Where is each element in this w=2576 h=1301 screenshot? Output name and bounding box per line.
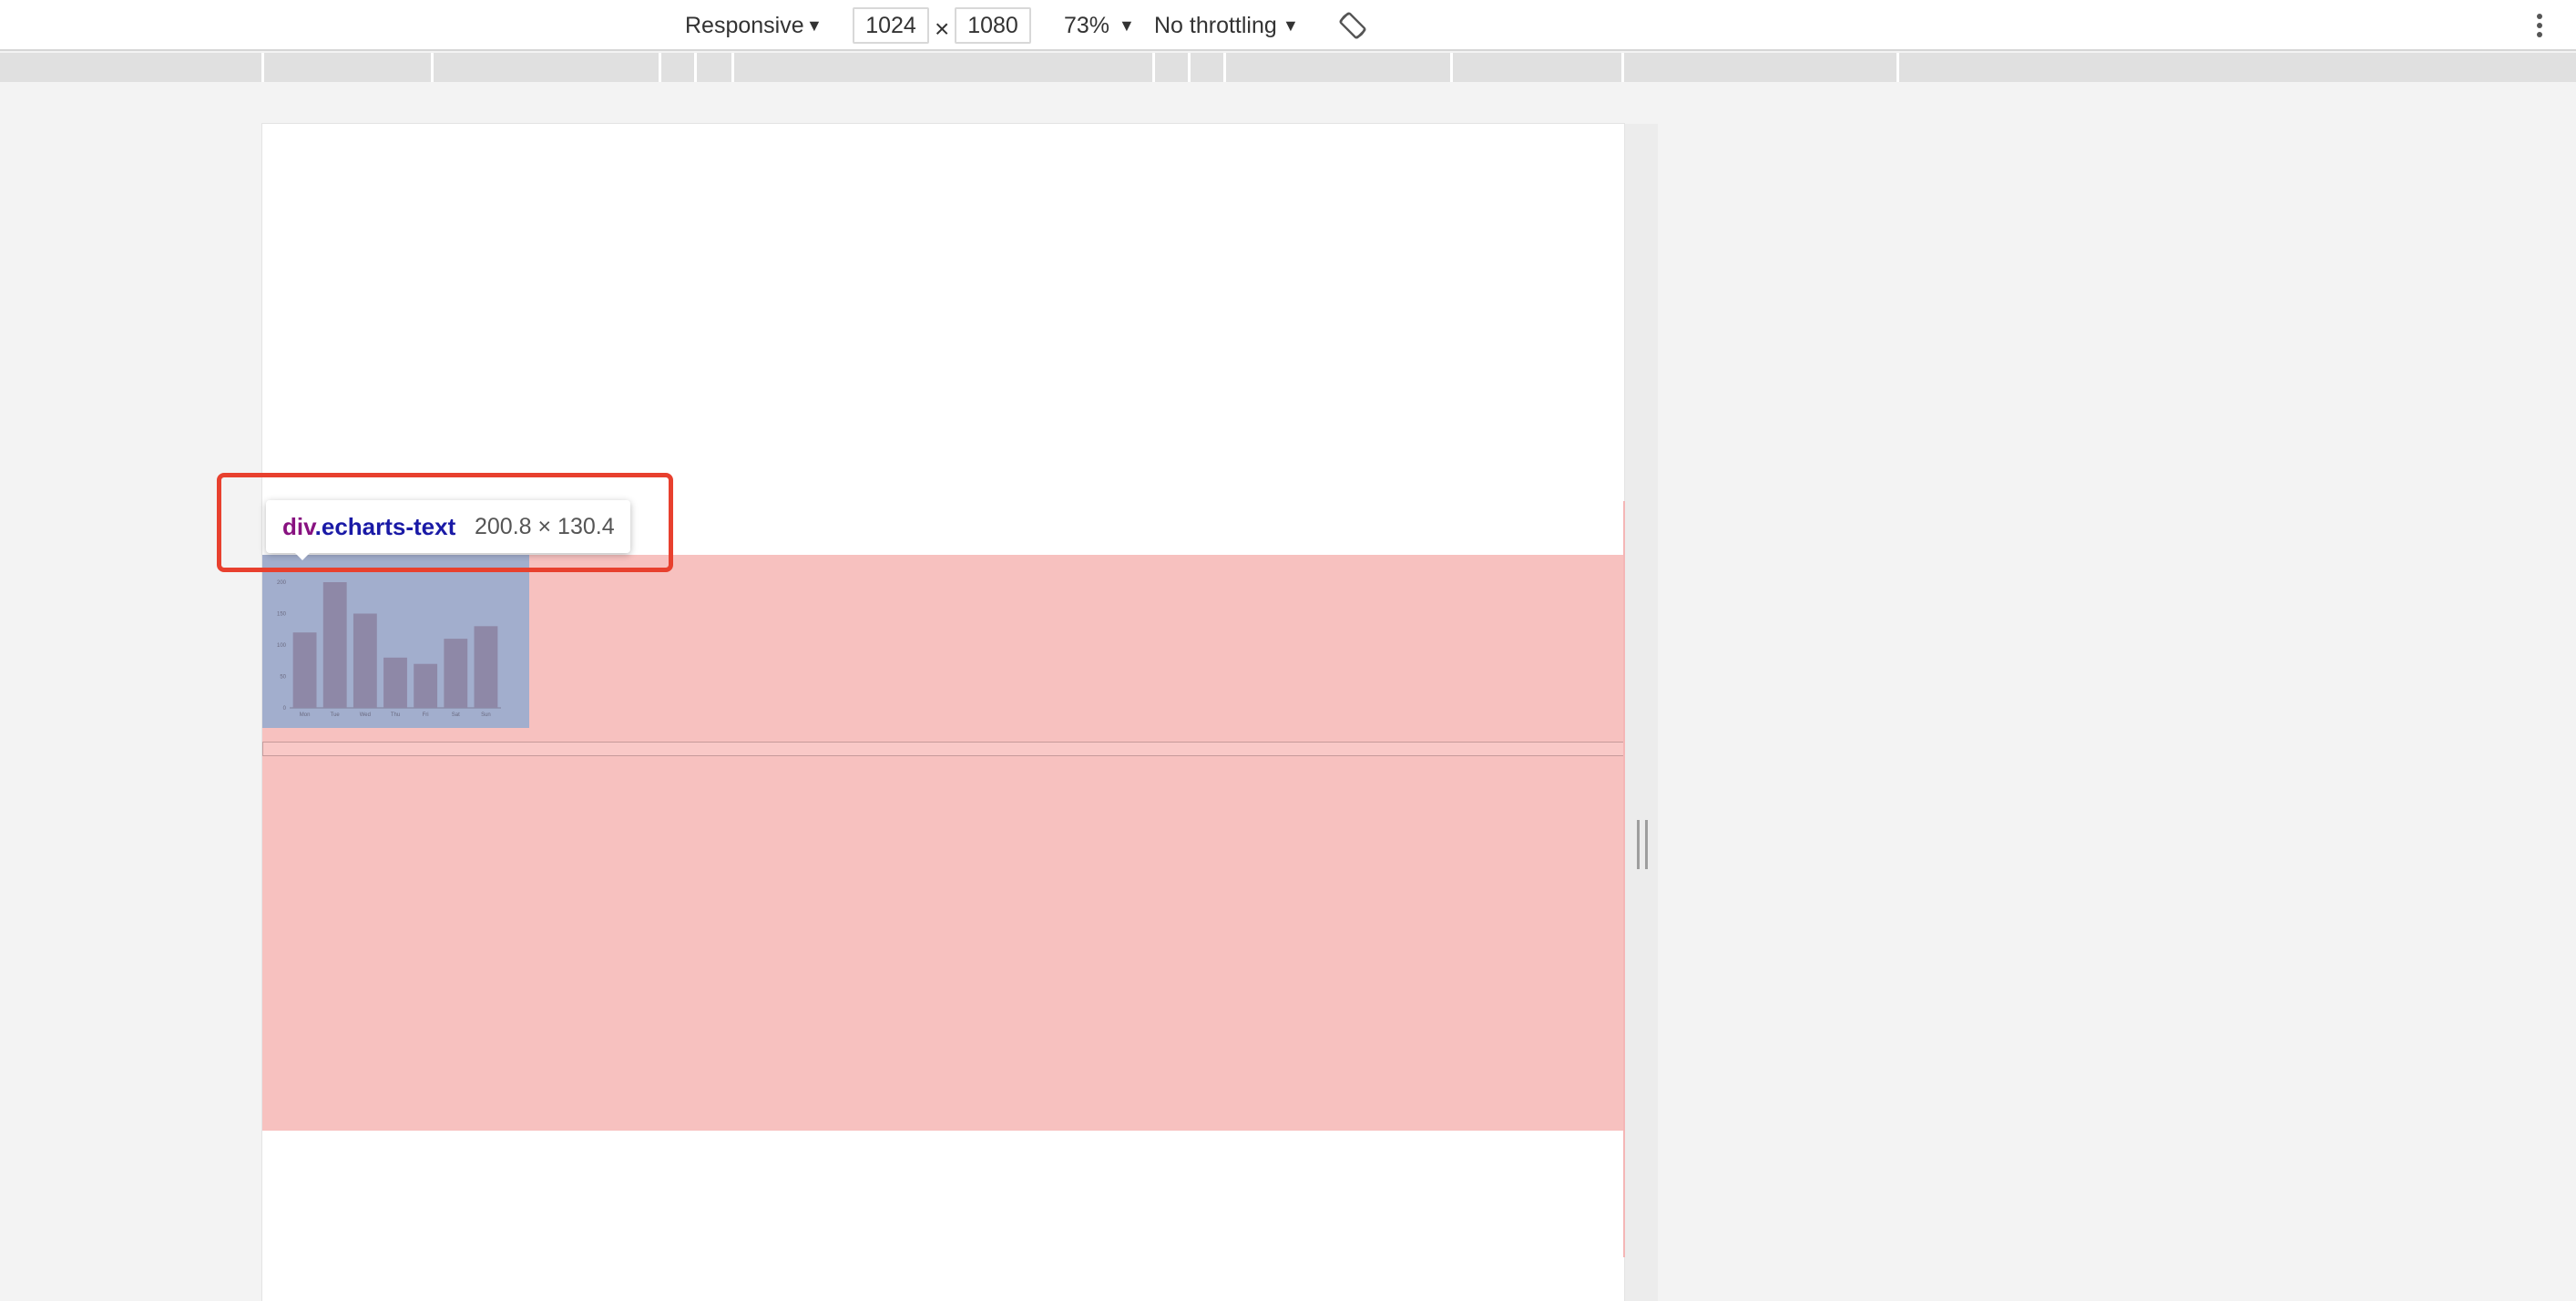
x-tick-label: Sat xyxy=(452,712,460,718)
device-viewport: 0 50 100 150 200 Mon Tue Wed Thu Fri Sat Sun xyxy=(261,123,1625,1301)
bar-sat xyxy=(444,639,468,708)
x-tick-label: Mon xyxy=(300,712,311,718)
bar-mon xyxy=(292,632,317,708)
bar-sun xyxy=(474,626,498,708)
device-select[interactable]: Responsive xyxy=(685,0,804,51)
rotate-icon[interactable] xyxy=(1337,10,1368,41)
bar-chart: 0 50 100 150 200 Mon Tue Wed Thu Fri Sat Sun xyxy=(277,580,501,718)
zoom-select[interactable]: 73% xyxy=(1064,0,1109,51)
dimension-separator: × xyxy=(935,15,950,43)
throttling-select[interactable]: No throttling xyxy=(1154,0,1277,51)
resize-handle[interactable] xyxy=(1637,820,1648,869)
bar-fri xyxy=(414,663,438,708)
bar-tue xyxy=(322,582,347,708)
throttling-dropdown-arrow-icon[interactable]: ▼ xyxy=(1283,0,1299,51)
media-query-bar[interactable] xyxy=(0,53,2576,82)
y-tick-label: 100 xyxy=(277,643,287,649)
zoom-dropdown-arrow-icon[interactable]: ▼ xyxy=(1119,0,1135,51)
device-dropdown-arrow-icon[interactable]: ▼ xyxy=(806,0,823,51)
viewport-edge-guide xyxy=(1623,501,1625,1257)
y-tick-label: 50 xyxy=(280,675,286,681)
y-tick-label: 0 xyxy=(283,706,287,712)
bar-thu xyxy=(383,657,407,708)
width-input[interactable]: 1024 xyxy=(853,7,929,44)
bar-wed xyxy=(353,613,377,708)
y-tick-label: 200 xyxy=(277,580,287,586)
y-tick-label: 150 xyxy=(277,612,287,618)
echarts-text-element[interactable]: 0 50 100 150 200 Mon Tue Wed Thu Fri Sat Sun xyxy=(262,555,529,728)
x-tick-label: Tue xyxy=(331,712,341,718)
annotation-highlight-box xyxy=(217,473,673,572)
x-tick-label: Fri xyxy=(423,712,429,718)
x-tick-label: Sun xyxy=(481,712,491,718)
device-toolbar: Responsive ▼ 1024 × 1080 73% ▼ No thrott… xyxy=(0,0,2576,51)
x-tick-label: Thu xyxy=(391,712,400,718)
more-vert-icon[interactable] xyxy=(2530,9,2549,42)
x-tick-label: Wed xyxy=(360,712,371,718)
row-strip xyxy=(262,742,1624,756)
height-input[interactable]: 1080 xyxy=(955,7,1031,44)
